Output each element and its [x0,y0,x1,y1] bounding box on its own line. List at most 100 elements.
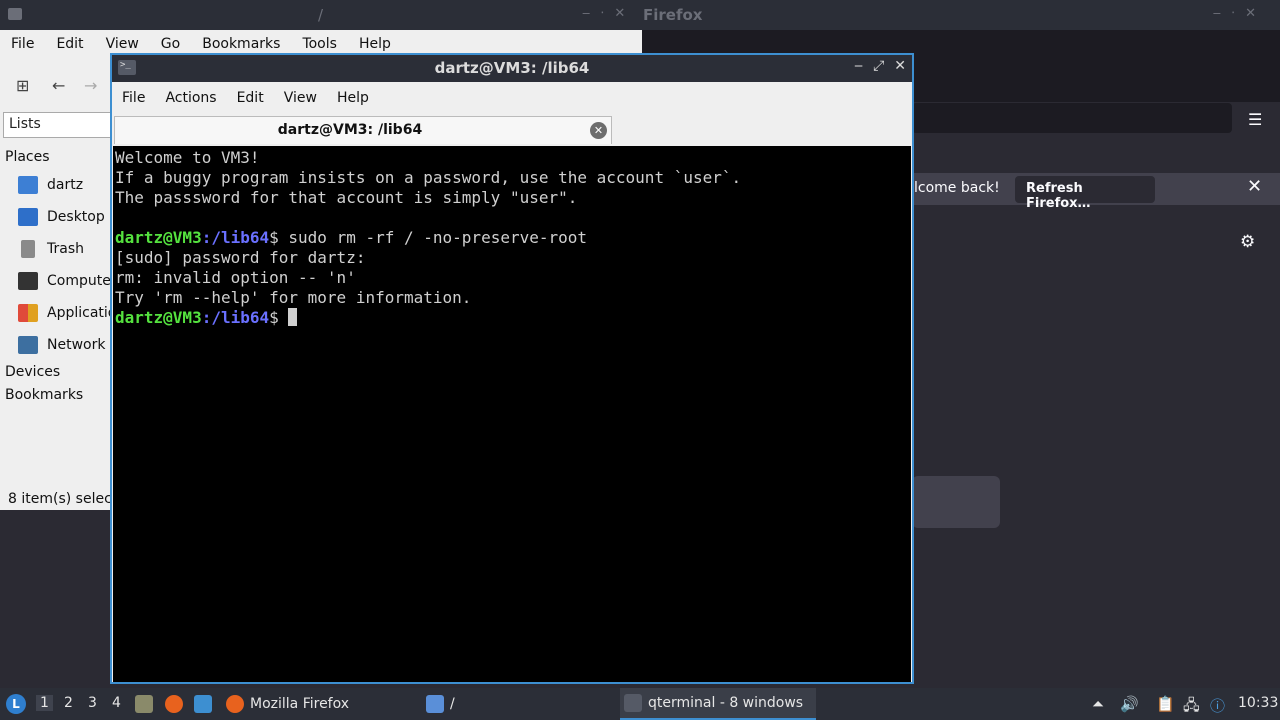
place-network[interactable]: Network [18,333,105,357]
terminal-tab-label: dartz@VM3: /lib64 [277,122,423,138]
fm-menu-edit[interactable]: Edit [45,30,94,58]
place-home[interactable]: dartz [18,173,83,197]
network-icon [18,336,38,354]
terminal-window-controls: ‒ ⤢ ✕ [854,58,906,74]
terminal-line: Try 'rm --help' for more information. [115,288,472,307]
update-notifier-icon[interactable]: ⓘ [1210,695,1225,716]
firefox-title: Firefox [643,6,703,24]
term-menu-help[interactable]: Help [327,82,379,114]
network-tray-icon[interactable]: 🖧 [1183,695,1200,720]
task-file-manager[interactable]: / [422,688,612,720]
file-manager-titlebar: / ‒⋅✕ [0,0,642,30]
desktop-icon [18,208,38,226]
prompt-user: dartz@VM3 [115,228,202,247]
terminal-titlebar[interactable]: >_ dartz@VM3: /lib64 ‒ ⤢ ✕ [112,55,912,82]
terminal-title: dartz@VM3: /lib64 [434,59,590,77]
place-label: Desktop [47,209,105,225]
side-pane-mode-select[interactable]: Lists [3,112,111,138]
close-tab-icon[interactable]: ✕ [590,122,607,139]
prompt-symbol: $ [269,228,289,247]
prompt-path: :/lib64 [201,308,270,327]
terminal-line: [sudo] password for dartz: [115,248,366,267]
place-label: Network [47,337,106,353]
tray-up-icon[interactable]: ⏶ [1092,695,1104,713]
text-cursor [288,308,298,326]
file-manager-title: / [318,6,324,24]
terminal-line: Welcome to VM3! [115,148,260,167]
volume-icon[interactable]: 🔊 [1120,695,1139,713]
desktop-switch-3[interactable]: 3 [88,695,97,711]
firefox-notification-text: lcome back! [914,180,1000,196]
computer-icon [18,272,38,290]
file-manager-toolbar: ⊞ ← → [0,68,110,102]
prompt-user: dartz@VM3 [115,308,202,327]
applications-icon [18,304,38,322]
task-label: qterminal - 8 windows [648,695,804,711]
minimize-icon[interactable]: ‒ [854,58,863,74]
term-menu-file[interactable]: File [112,82,155,114]
place-desktop[interactable]: Desktop [18,205,105,229]
back-arrow-icon[interactable]: ← [52,76,65,95]
task-label: Mozilla Firefox [250,696,350,712]
place-computer[interactable]: Compute [18,269,111,293]
prompt-path: :/lib64 [201,228,270,247]
firefox-launcher-icon[interactable] [165,695,183,713]
file-manager-window-controls[interactable]: ‒⋅✕ [582,6,635,21]
close-icon[interactable]: ✕ [894,58,906,74]
trash-icon [21,240,35,258]
folder-icon [8,8,22,20]
folder-icon [426,695,444,713]
terminal-output[interactable]: Welcome to VM3! If a buggy program insis… [113,146,911,682]
place-applications[interactable]: Applicatio [18,301,116,325]
task-firefox[interactable]: Mozilla Firefox [222,688,412,720]
firefox-card[interactable] [912,476,1000,528]
bookmarks-header[interactable]: Bookmarks [5,387,83,403]
firefox-menu-icon[interactable]: ☰ [1248,110,1262,129]
terminal-window: >_ dartz@VM3: /lib64 ‒ ⤢ ✕ File Actions … [110,53,914,684]
terminal-command-line: dartz@VM3:/lib64$ sudo rm -rf / -no-pres… [115,228,911,248]
terminal-tab[interactable]: dartz@VM3: /lib64 ✕ [114,116,612,144]
new-tab-icon[interactable]: ⊞ [16,76,29,95]
terminal-line: If a buggy program insists on a password… [115,168,742,187]
refresh-firefox-button[interactable]: Refresh Firefox… [1015,176,1155,211]
terminal-icon [624,694,642,712]
place-label: Compute [47,273,111,289]
devices-header[interactable]: Devices [5,364,60,380]
term-menu-actions[interactable]: Actions [155,82,226,114]
forward-arrow-icon[interactable]: → [84,76,97,95]
firefox-window-controls[interactable]: ‒⋅✕ [1213,6,1266,21]
place-label: Applicatio [47,305,117,321]
place-label: dartz [47,177,84,193]
start-menu-icon[interactable]: L [6,694,26,714]
terminal-line: rm: invalid option -- 'n' [115,268,356,287]
term-menu-edit[interactable]: Edit [227,82,274,114]
desktop-switch-2[interactable]: 2 [64,695,73,711]
maximize-icon[interactable]: ⤢ [873,58,884,74]
desktop-switch-4[interactable]: 4 [112,695,121,711]
place-label: Trash [47,241,84,257]
terminal-prompt-line[interactable]: dartz@VM3:/lib64$ [115,308,911,328]
terminal-line: The passsword for that account is simply… [115,188,578,207]
home-folder-icon [18,176,38,194]
close-icon[interactable]: ✕ [1247,176,1262,197]
terminal-menubar: File Actions Edit View Help [112,82,912,114]
file-manager-launcher-icon[interactable] [135,695,153,713]
show-desktop-icon[interactable] [194,695,212,713]
task-terminal[interactable]: qterminal - 8 windows [620,688,816,720]
clipboard-icon[interactable]: 📋 [1156,695,1175,713]
desktop-switch-1[interactable]: 1 [36,695,53,711]
firefox-icon [226,695,244,713]
places-header[interactable]: Places [5,149,50,165]
fm-menu-file[interactable]: File [0,30,45,58]
command-text: sudo rm -rf / -no-preserve-root [288,228,588,247]
taskbar: L 1 2 3 4 Mozilla Firefox / qterminal - … [0,688,1280,720]
prompt-symbol: $ [269,308,289,327]
term-menu-view[interactable]: View [274,82,327,114]
task-label: / [450,696,455,712]
gear-icon[interactable]: ⚙ [1240,232,1255,252]
status-bar-text: 8 item(s) select [8,491,118,507]
clock[interactable]: 10:33 [1238,695,1278,711]
place-trash[interactable]: Trash [18,237,84,261]
firefox-url-bar[interactable] [912,103,1232,133]
